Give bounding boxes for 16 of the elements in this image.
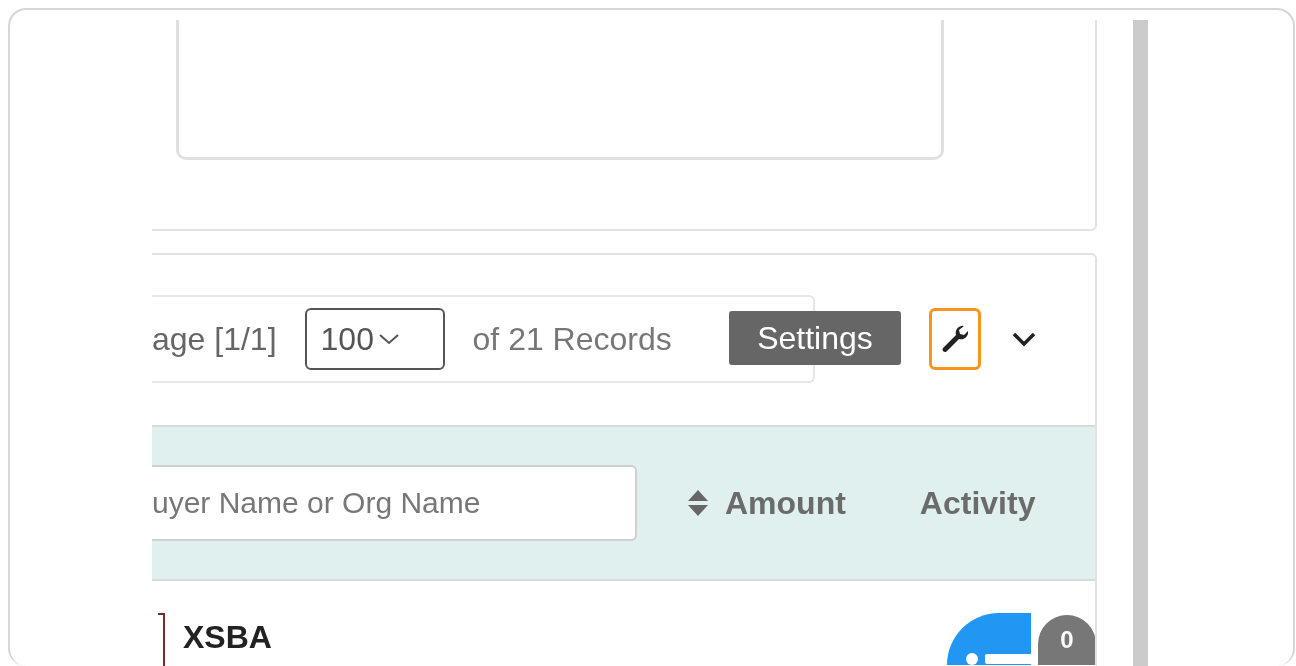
column-header[interactable]: Amount — [725, 479, 846, 527]
chevron-down-icon — [377, 332, 400, 346]
scrollbar[interactable] — [1133, 20, 1148, 666]
sort-icon[interactable] — [687, 489, 709, 517]
page-size-select[interactable]: 100 — [304, 308, 445, 370]
row-marker — [158, 613, 165, 666]
column-header[interactable]: Activity — [919, 479, 1036, 527]
record-count: of 21 Records — [472, 320, 672, 359]
page-label: age [1/1] — [152, 320, 277, 359]
tooltip: Settings — [729, 311, 901, 365]
wrench-icon — [939, 323, 971, 355]
buyer-name: XSBA — [183, 621, 272, 653]
search-field[interactable]: uyer Name or Org Name — [152, 465, 637, 541]
count-badge: 0 — [1038, 615, 1095, 665]
settings-button[interactable] — [929, 308, 981, 370]
chevron-down-icon[interactable] — [1011, 331, 1037, 347]
